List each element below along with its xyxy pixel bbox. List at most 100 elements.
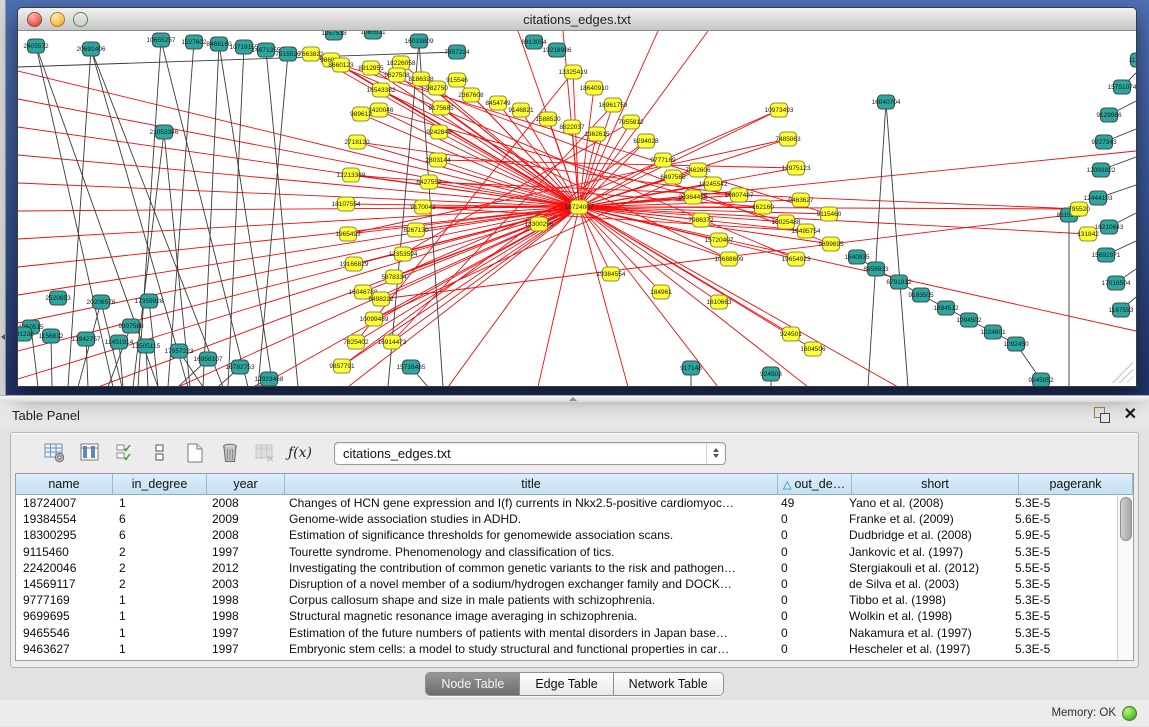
graph-node[interactable]: 8466160 — [206, 37, 232, 51]
vertical-scrollbar[interactable] — [1117, 495, 1133, 660]
column-header-title[interactable]: title — [285, 474, 778, 494]
graph-node[interactable]: 15720407 — [705, 233, 734, 247]
graph-node[interactable]: 6497568 — [660, 170, 686, 184]
graph-node[interactable]: 10655257 — [147, 33, 176, 47]
graph-node[interactable]: 2405572 — [23, 39, 49, 53]
graph-node[interactable]: 2520653 — [45, 291, 71, 305]
graph-node[interactable]: 795520 — [1068, 202, 1090, 216]
graph-node[interactable]: 19654923 — [782, 252, 811, 266]
graph-node[interactable]: 15716485 — [397, 360, 426, 374]
column-header-year[interactable]: year — [207, 474, 285, 494]
graph-node[interactable]: 17016504 — [1102, 276, 1131, 290]
pane-divider[interactable] — [0, 395, 1149, 402]
graph-node[interactable]: 5878334 — [381, 270, 407, 284]
minimize-window-button[interactable] — [50, 12, 65, 27]
graph-node[interactable]: 20691406 — [77, 42, 106, 56]
graph-node[interactable]: 19166829 — [340, 257, 369, 271]
graph-node[interactable]: 12444193 — [1084, 191, 1113, 205]
table-row[interactable]: 1830029562008Estimation of significance … — [16, 527, 1118, 543]
graph-node[interactable]: 16210643 — [1095, 220, 1124, 234]
graph-node[interactable]: 17359928 — [135, 294, 164, 308]
graph-node[interactable]: 11451914 — [105, 335, 134, 349]
graph-node[interactable]: 16033809 — [405, 34, 434, 48]
graph-node[interactable]: 9146821 — [508, 103, 534, 117]
graph-node[interactable]: 9857791 — [329, 359, 355, 373]
import-table-icon[interactable]: ✓ ✓ — [113, 441, 137, 465]
panel-collapse-arrow-icon[interactable] — [1, 334, 5, 340]
graph-node[interactable]: 18640910 — [580, 81, 609, 95]
graph-node[interactable]: 131842 — [1077, 227, 1099, 241]
graph-node[interactable]: 111230 — [1129, 53, 1136, 67]
graph-node[interactable]: 1362615 — [584, 127, 610, 141]
table-row[interactable]: 1456911722003Disruption of a novel membe… — [16, 576, 1118, 592]
table-row[interactable]: 946554611997Estimation of the future num… — [16, 625, 1118, 641]
graph-node[interactable]: 915546 — [446, 73, 468, 87]
graph-node[interactable]: 2367608 — [458, 88, 484, 102]
scrollbar-thumb[interactable] — [1120, 497, 1132, 541]
table-row[interactable]: 1938455462009Genome-wide association stu… — [16, 511, 1118, 527]
graph-node[interactable]: 12093822 — [1087, 163, 1116, 177]
float-panel-icon[interactable] — [1094, 407, 1110, 423]
graph-node[interactable]: 7857224 — [444, 45, 470, 59]
graph-node[interactable]: 16782753 — [226, 360, 255, 374]
graph-node[interactable]: 17957223 — [165, 344, 194, 358]
table-row[interactable]: 2242004622012Investigating the contribut… — [16, 560, 1118, 576]
graph-node[interactable]: 9115460 — [817, 207, 842, 221]
graph-node[interactable]: 184961 — [650, 285, 672, 299]
graph-node[interactable]: 9227343 — [1091, 135, 1117, 149]
column-header-in_degree[interactable]: in_degree — [113, 474, 207, 494]
graph-node[interactable]: 15751074 — [1108, 80, 1136, 94]
graph-node[interactable]: 19218986 — [543, 43, 572, 57]
table-row[interactable]: 911546021997Tourette syndrome. Phenomeno… — [16, 544, 1118, 560]
close-panel-icon[interactable]: ✕ — [1124, 407, 1137, 423]
graph-node[interactable]: 9170043 — [410, 200, 436, 214]
graph-node[interactable]: 917148 — [680, 361, 702, 375]
graph-node[interactable]: 9463627 — [788, 193, 814, 207]
graph-node[interactable]: 19384554 — [597, 267, 626, 281]
graph-node[interactable]: 8912955 — [358, 61, 384, 75]
graph-node[interactable]: 19495754 — [792, 224, 821, 238]
graph-node[interactable]: 1640935 — [844, 250, 870, 264]
graph-node[interactable]: 18245542 — [699, 177, 728, 191]
network-window-titlebar[interactable]: citations_edges.txt — [18, 8, 1136, 31]
graph-node[interactable]: 1065531 — [360, 31, 386, 39]
trash-icon[interactable] — [218, 441, 242, 465]
column-header-short[interactable]: short — [852, 474, 1019, 494]
tab-edge-table[interactable]: Edge Table — [520, 673, 613, 695]
network-canvas[interactable]: 2405572206914061065525715276028466160107… — [18, 31, 1136, 386]
column-header-pagerank[interactable]: pagerank — [1019, 474, 1133, 494]
column-header-out_de[interactable]: △out_de… — [778, 474, 852, 494]
new-document-icon[interactable] — [183, 441, 207, 465]
graph-node[interactable]: 7485063 — [775, 132, 801, 146]
table-row[interactable]: 1872400712008Changes of HCN gene express… — [16, 495, 1118, 511]
graph-node[interactable]: 9899695 — [818, 237, 844, 251]
graph-node[interactable]: 2803144 — [425, 153, 451, 167]
column-header-name[interactable]: name — [16, 474, 113, 494]
graph-node[interactable]: 13325419 — [559, 65, 588, 79]
rows-icon[interactable] — [148, 441, 172, 465]
graph-node[interactable]: 8822037 — [559, 120, 585, 134]
table-row[interactable]: 977716911998Corpus callosum shape and si… — [16, 592, 1118, 608]
graph-node[interactable]: 12213389 — [337, 168, 366, 182]
graph-node[interactable]: 9245052 — [1028, 373, 1054, 386]
graph-node[interactable]: 1957518 — [321, 31, 347, 40]
graph-node[interactable]: 162160 — [752, 200, 774, 214]
graph-node[interactable]: 13942757 — [72, 332, 101, 346]
graph-node[interactable]: 1527602 — [181, 35, 207, 49]
graph-node[interactable]: 8454749 — [485, 96, 511, 110]
pane-divider-handle-icon[interactable] — [569, 397, 577, 401]
table-row[interactable]: 969969511998Structural magnetic resonanc… — [16, 608, 1118, 624]
graph-node[interactable]: 16040704 — [872, 95, 901, 109]
graph-node[interactable]: 21053346 — [150, 125, 179, 139]
graph-node[interactable]: 1156812 — [39, 329, 64, 343]
graph-node[interactable]: 20206576 — [87, 295, 116, 309]
table-row[interactable]: 946362711997Embryonic stem cells: a mode… — [16, 641, 1118, 657]
graph-node[interactable]: 1167553 — [1109, 303, 1134, 317]
graph-node[interactable]: 12975123 — [782, 161, 811, 175]
graph-node[interactable]: 924501 — [780, 327, 802, 341]
table-settings-icon[interactable] — [43, 441, 67, 465]
zoom-window-button[interactable] — [73, 12, 88, 27]
graph-node[interactable]: 16958107 — [194, 352, 223, 366]
graph-node[interactable]: 13505115 — [132, 339, 161, 353]
graph-node[interactable]: 989612 — [350, 107, 372, 121]
